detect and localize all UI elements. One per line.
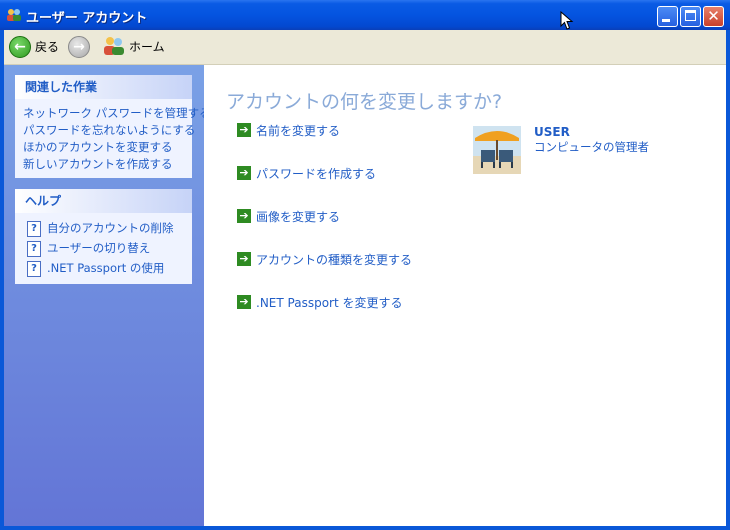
task-create-new-account[interactable]: 新しいアカウントを作成する (23, 156, 184, 173)
home-users-icon[interactable] (103, 36, 125, 56)
forward-button[interactable]: → (68, 36, 90, 58)
help-item-switch-user[interactable]: ? ユーザーの切り替え (23, 239, 184, 259)
action-label[interactable]: 画像を変更する (256, 208, 340, 225)
minimize-icon (662, 19, 670, 22)
green-arrow-icon: ➔ (237, 209, 251, 223)
close-icon: ✕ (707, 7, 720, 25)
help-panel: ヘルプ ? 自分のアカウントの削除 ? ユーザーの切り替え ? .NET Pas… (15, 189, 192, 284)
close-button[interactable]: ✕ (703, 6, 724, 27)
task-manage-network-passwords[interactable]: ネットワーク パスワードを管理する (23, 105, 211, 122)
user-accounts-window: ユーザー アカウント ✕ ← 戻る → ホーム 関連した作業 ネットワーク パス… (0, 0, 730, 530)
task-change-other-account[interactable]: ほかのアカウントを変更する (23, 139, 184, 156)
green-arrow-icon: ➔ (237, 123, 251, 137)
main-content: アカウントの何を変更しますか? ➔ 名前を変更する ➔ パスワードを作成する ➔… (204, 65, 726, 526)
help-list: ? 自分のアカウントの削除 ? ユーザーの切り替え ? .NET Passpor… (15, 213, 192, 283)
action-label[interactable]: .NET Passport を変更する (256, 294, 403, 311)
mouse-cursor-icon (560, 11, 574, 30)
help-item-net-passport[interactable]: ? .NET Passport の使用 (23, 259, 184, 279)
page-title: アカウントの何を変更しますか? (226, 91, 503, 113)
help-icon: ? (27, 241, 41, 257)
maximize-icon (685, 10, 696, 21)
back-button[interactable]: ← (9, 36, 31, 58)
forward-arrow-icon: → (73, 39, 85, 55)
action-label[interactable]: アカウントの種類を変更する (256, 251, 412, 268)
help-link[interactable]: ユーザーの切り替え (47, 240, 150, 256)
back-arrow-icon: ← (14, 39, 26, 55)
back-label[interactable]: 戻る (35, 38, 59, 55)
action-label[interactable]: パスワードを作成する (256, 165, 376, 182)
minimize-button[interactable] (657, 6, 678, 27)
user-accounts-icon (7, 9, 21, 21)
help-icon: ? (27, 221, 41, 237)
action-label[interactable]: 名前を変更する (256, 122, 340, 139)
user-picture[interactable] (473, 126, 521, 174)
help-item-delete-account[interactable]: ? 自分のアカウントの削除 (23, 219, 184, 239)
maximize-button[interactable] (680, 6, 701, 27)
help-icon: ? (27, 261, 41, 277)
user-name: USER (534, 125, 570, 139)
green-arrow-icon: ➔ (237, 295, 251, 309)
title-bar[interactable]: ユーザー アカウント ✕ (0, 0, 730, 30)
help-link[interactable]: .NET Passport の使用 (47, 260, 164, 276)
help-header[interactable]: ヘルプ (15, 189, 192, 213)
task-prevent-forgotten-password[interactable]: パスワードを忘れないようにする (23, 122, 195, 139)
home-button[interactable]: ホーム (129, 38, 165, 55)
user-account-type: コンピュータの管理者 (534, 140, 649, 154)
green-arrow-icon: ➔ (237, 252, 251, 266)
green-arrow-icon: ➔ (237, 166, 251, 180)
related-tasks-header[interactable]: 関連した作業 (15, 75, 192, 99)
help-link[interactable]: 自分のアカウントの削除 (47, 220, 174, 236)
task-pane: 関連した作業 ネットワーク パスワードを管理する パスワードを忘れないようにする… (4, 65, 211, 526)
window-title: ユーザー アカウント (26, 11, 148, 26)
related-tasks-panel: 関連した作業 ネットワーク パスワードを管理する パスワードを忘れないようにする… (15, 75, 211, 178)
related-tasks-list: ネットワーク パスワードを管理する パスワードを忘れないようにする ほかのアカウ… (15, 99, 211, 177)
toolbar: ← 戻る → ホーム (4, 30, 726, 65)
